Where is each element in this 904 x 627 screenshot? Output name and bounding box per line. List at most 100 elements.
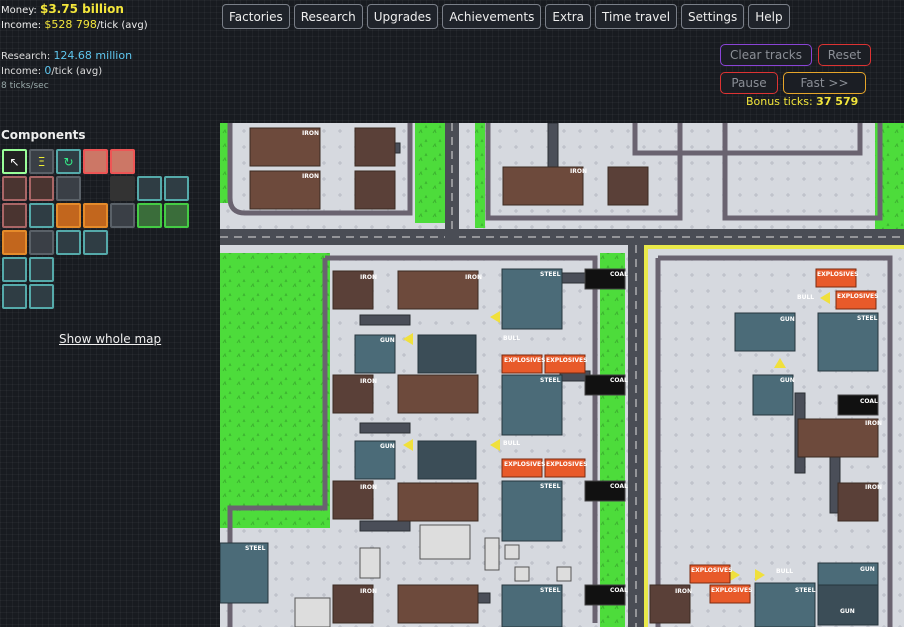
- menu-time-travel[interactable]: Time travel: [595, 4, 678, 29]
- map-label-iron: IRON: [360, 484, 377, 491]
- map-label-gun: GUN: [380, 443, 395, 450]
- map-label-gun: GUN: [780, 377, 795, 384]
- map-label-gun: GUN: [380, 337, 395, 344]
- map-label-iron: IRON: [465, 274, 482, 281]
- map-label-iron: IRON: [865, 484, 882, 491]
- top-menu: Factories Research Upgrades Achievements…: [222, 4, 790, 29]
- map-label-gun: GUN: [780, 316, 795, 323]
- show-whole-map-link[interactable]: Show whole map: [59, 332, 161, 346]
- income-label: Income:: [1, 20, 42, 31]
- research-income-unit: /tick (avg): [51, 66, 103, 77]
- grass-area: [220, 253, 330, 528]
- map-label-explosives: EXPLOSIVES: [711, 587, 752, 594]
- factory-map[interactable]: IRON IRON IRON IRON IRON IRON IRON IRON …: [220, 123, 904, 627]
- computer-seller-icon[interactable]: [29, 284, 54, 309]
- menu-factories[interactable]: Factories: [222, 4, 290, 29]
- gun-seller-icon[interactable]: [83, 230, 108, 255]
- sorter-tool-icon[interactable]: [83, 149, 108, 174]
- map-label-iron: IRON: [360, 274, 377, 281]
- research-label: Research:: [1, 51, 51, 62]
- rotate-tool-icon[interactable]: ↻: [56, 149, 81, 174]
- grass-area: [475, 123, 485, 228]
- empty-slot: [83, 176, 108, 201]
- map-label-steel: STEEL: [857, 315, 878, 322]
- map-label-steel: STEEL: [795, 587, 816, 594]
- engine-icon[interactable]: [2, 257, 27, 282]
- map-label-iron: IRON: [302, 173, 319, 180]
- computer-icon[interactable]: [2, 284, 27, 309]
- map-label-iron: IRON: [865, 420, 882, 427]
- bonus-ticks-label: Bonus ticks:: [746, 95, 813, 108]
- grass-area: [600, 253, 625, 627]
- explosives-icon[interactable]: [2, 230, 27, 255]
- splitter-tool-icon[interactable]: [110, 149, 135, 174]
- select-tool-icon[interactable]: ↖: [2, 149, 27, 174]
- plastic-seller-icon[interactable]: [56, 203, 81, 228]
- iron-foundry-icon[interactable]: [29, 176, 54, 201]
- clear-tracks-button[interactable]: Clear tracks: [720, 44, 812, 66]
- robot-icon[interactable]: [29, 257, 54, 282]
- map-label-gun: GUN: [840, 608, 855, 615]
- map-label-gun: GUN: [860, 566, 875, 573]
- components-palette: ↖ Ξ ↻: [2, 149, 189, 311]
- map-label-iron: IRON: [570, 168, 587, 175]
- map-label-coal: COAL: [610, 587, 628, 594]
- menu-settings[interactable]: Settings: [681, 4, 745, 29]
- green-seller-icon[interactable]: [164, 203, 189, 228]
- map-label-explosives: EXPLOSIVES: [691, 567, 732, 574]
- plastic-maker-icon[interactable]: [29, 203, 54, 228]
- menu-help[interactable]: Help: [748, 4, 790, 29]
- map-label-steel: STEEL: [540, 587, 561, 594]
- conveyor-tool-icon[interactable]: Ξ: [29, 149, 54, 174]
- coal-buyer-icon[interactable]: [110, 176, 135, 201]
- tick-rate: 8 ticks/sec: [1, 81, 49, 91]
- bonus-ticks: Bonus ticks: 37 579: [746, 95, 858, 108]
- map-label-bull: BULL: [503, 335, 520, 342]
- reset-button[interactable]: Reset: [818, 44, 871, 66]
- map-label-coal: COAL: [860, 398, 878, 405]
- steel-foundry-icon[interactable]: [137, 176, 162, 201]
- map-label-explosives: EXPLOSIVES: [546, 461, 587, 468]
- garden-icon[interactable]: [137, 203, 162, 228]
- fast-forward-button[interactable]: Fast >>: [783, 72, 866, 94]
- map-label-steel: STEEL: [540, 483, 561, 490]
- map-label-bull: BULL: [797, 294, 814, 301]
- menu-upgrades[interactable]: Upgrades: [366, 4, 439, 29]
- map-label-bull: BULL: [776, 568, 793, 575]
- money-label: Money:: [1, 5, 37, 16]
- money-value: $3.75 billion: [39, 2, 124, 16]
- research-income-label: Income:: [1, 66, 42, 77]
- map-label-iron: IRON: [675, 588, 692, 595]
- map-label-steel: STEEL: [540, 271, 561, 278]
- components-title: Components: [1, 128, 86, 142]
- bonus-ticks-value: 37 579: [816, 95, 859, 108]
- stats-panel: Money: $3.75 billion Income: $528 798/ti…: [1, 2, 148, 33]
- map-label-coal: COAL: [610, 377, 628, 384]
- menu-extra[interactable]: Extra: [545, 4, 592, 29]
- menu-research[interactable]: Research: [293, 4, 363, 29]
- menu-achievements[interactable]: Achievements: [442, 4, 542, 29]
- ammo-icon[interactable]: [29, 230, 54, 255]
- map-label-explosives: EXPLOSIVES: [504, 357, 545, 364]
- iron-buyer-icon[interactable]: [2, 176, 27, 201]
- silicon-icon[interactable]: [110, 203, 135, 228]
- grass-area: [415, 123, 445, 223]
- steel-seller-icon[interactable]: [164, 176, 189, 201]
- map-label-bull: BULL: [503, 440, 520, 447]
- income-value: $528 798: [44, 18, 97, 31]
- oil-buyer-icon[interactable]: [2, 203, 27, 228]
- research-panel: Research: 124.68 million Income: 0/tick …: [1, 49, 132, 93]
- map-label-coal: COAL: [610, 483, 628, 490]
- map-label-iron: IRON: [360, 378, 377, 385]
- iron-seller-icon[interactable]: [56, 176, 81, 201]
- map-label-explosives: EXPLOSIVES: [837, 293, 878, 300]
- map-label-steel: STEEL: [245, 545, 266, 552]
- pause-button[interactable]: Pause: [720, 72, 778, 94]
- gun-maker-icon[interactable]: [56, 230, 81, 255]
- map-label-steel: STEEL: [540, 377, 561, 384]
- electronics-icon[interactable]: [83, 203, 108, 228]
- map-label-explosives: EXPLOSIVES: [546, 357, 587, 364]
- map-label-iron: IRON: [360, 588, 377, 595]
- map-label-explosives: EXPLOSIVES: [817, 271, 858, 278]
- income-unit: /tick (avg): [96, 20, 148, 31]
